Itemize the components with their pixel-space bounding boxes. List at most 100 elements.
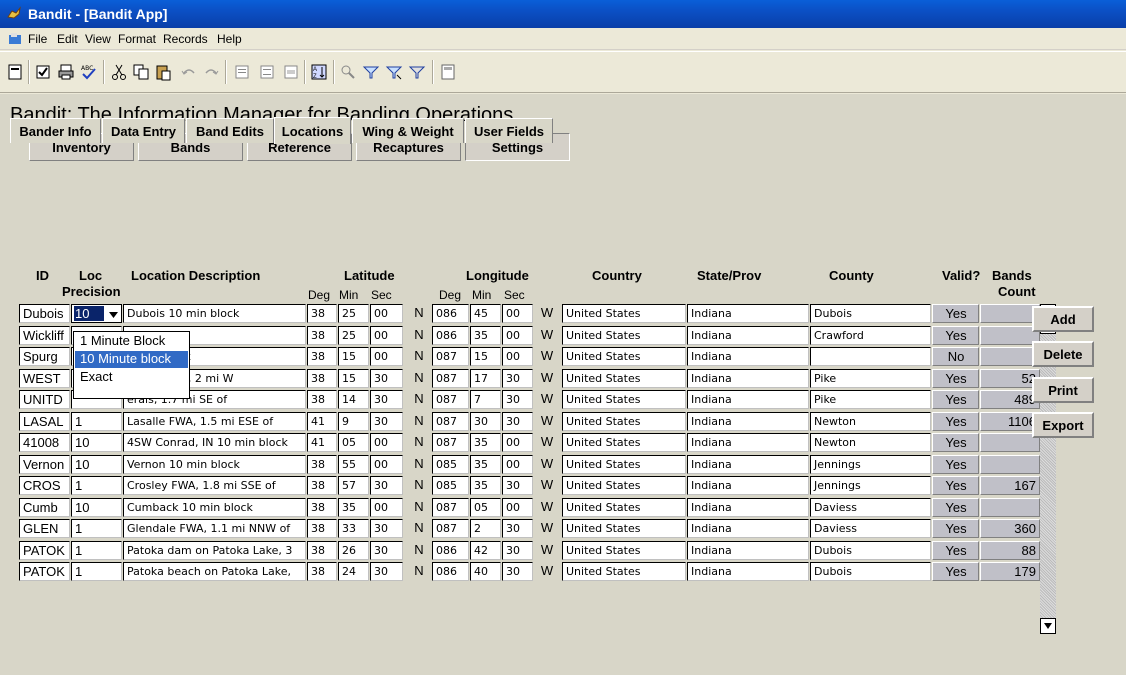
- ns-cell[interactable]: N: [406, 390, 432, 409]
- add-button[interactable]: Add: [1032, 306, 1094, 332]
- ns-cell[interactable]: N: [406, 326, 432, 345]
- lon-min-cell[interactable]: 05: [470, 498, 501, 517]
- lat-min-cell[interactable]: 26: [338, 541, 369, 560]
- county-cell[interactable]: Crawford: [810, 326, 931, 345]
- state-cell[interactable]: Indiana: [687, 390, 809, 409]
- menu-view[interactable]: View: [85, 32, 111, 46]
- lon-deg-cell[interactable]: 086: [432, 304, 469, 323]
- redo-icon[interactable]: [200, 61, 222, 83]
- ns-cell[interactable]: N: [406, 541, 432, 560]
- state-cell[interactable]: Indiana: [687, 347, 809, 366]
- lon-deg-cell[interactable]: 087: [432, 433, 469, 452]
- lon-sec-cell[interactable]: 00: [502, 433, 533, 452]
- precision-cell[interactable]: 1: [71, 476, 122, 495]
- lon-sec-cell[interactable]: 00: [502, 326, 533, 345]
- valid-cell[interactable]: Yes: [932, 433, 979, 452]
- bands-count-cell[interactable]: 489: [980, 390, 1040, 409]
- menu-edit[interactable]: Edit: [57, 32, 78, 46]
- county-cell[interactable]: Daviess: [810, 519, 931, 538]
- lat-deg-cell[interactable]: 38: [307, 541, 337, 560]
- county-cell[interactable]: Dubois: [810, 562, 931, 581]
- lon-sec-cell[interactable]: 30: [502, 519, 533, 538]
- dropdown-option[interactable]: Exact: [75, 369, 188, 386]
- lon-deg-cell[interactable]: 087: [432, 498, 469, 517]
- lon-min-cell[interactable]: 17: [470, 369, 501, 388]
- id-cell[interactable]: PATOK: [19, 541, 70, 560]
- ns-cell[interactable]: N: [406, 347, 432, 366]
- lat-deg-cell[interactable]: 38: [307, 519, 337, 538]
- lon-deg-cell[interactable]: 085: [432, 476, 469, 495]
- lat-deg-cell[interactable]: 38: [307, 498, 337, 517]
- lat-min-cell[interactable]: 35: [338, 498, 369, 517]
- ew-cell[interactable]: W: [534, 433, 560, 452]
- lon-sec-cell[interactable]: 00: [502, 304, 533, 323]
- copy-icon[interactable]: [130, 61, 152, 83]
- precision-cell[interactable]: 1: [71, 412, 122, 431]
- id-cell[interactable]: Cumb: [19, 498, 70, 517]
- county-cell[interactable]: [810, 347, 931, 366]
- lat-sec-cell[interactable]: 00: [370, 498, 403, 517]
- lat-sec-cell[interactable]: 30: [370, 390, 403, 409]
- country-cell[interactable]: United States: [562, 390, 686, 409]
- lat-sec-cell[interactable]: 00: [370, 433, 403, 452]
- state-cell[interactable]: Indiana: [687, 455, 809, 474]
- lat-deg-cell[interactable]: 41: [307, 412, 337, 431]
- menu-help[interactable]: Help: [217, 32, 242, 46]
- save-record-icon[interactable]: [32, 61, 54, 83]
- valid-cell[interactable]: Yes: [932, 369, 979, 388]
- id-cell[interactable]: Dubois: [19, 304, 70, 323]
- country-cell[interactable]: United States: [562, 304, 686, 323]
- bands-count-cell[interactable]: 179: [980, 562, 1040, 581]
- location-description-cell[interactable]: Dubois 10 min block: [123, 304, 306, 323]
- valid-cell[interactable]: Yes: [932, 412, 979, 431]
- remove-filter-icon[interactable]: [406, 61, 428, 83]
- export-button[interactable]: Export: [1032, 412, 1094, 438]
- lon-sec-cell[interactable]: 30: [502, 562, 533, 581]
- ew-cell[interactable]: W: [534, 304, 560, 323]
- bands-count-cell[interactable]: [980, 347, 1040, 366]
- location-description-cell[interactable]: Cumback 10 min block: [123, 498, 306, 517]
- location-description-cell[interactable]: Crosley FWA, 1.8 mi SSE of: [123, 476, 306, 495]
- ew-cell[interactable]: W: [534, 562, 560, 581]
- dropdown-option[interactable]: 1 Minute Block: [75, 333, 188, 350]
- menu-records[interactable]: Records: [163, 32, 208, 46]
- lat-sec-cell[interactable]: 30: [370, 562, 403, 581]
- new-record-icon[interactable]: [231, 61, 253, 83]
- tab-user-fields[interactable]: User Fields: [465, 118, 553, 143]
- lon-sec-cell[interactable]: 30: [502, 412, 533, 431]
- precision-cell[interactable]: 1: [71, 562, 122, 581]
- tab-wing-weight[interactable]: Wing & Weight: [352, 118, 464, 143]
- valid-cell[interactable]: Yes: [932, 326, 979, 345]
- undo-icon[interactable]: [178, 61, 200, 83]
- lat-min-cell[interactable]: 25: [338, 326, 369, 345]
- location-description-cell[interactable]: Patoka dam on Patoka Lake, 3: [123, 541, 306, 560]
- county-cell[interactable]: Pike: [810, 369, 931, 388]
- find-record-icon[interactable]: [280, 61, 302, 83]
- ew-cell[interactable]: W: [534, 390, 560, 409]
- location-description-cell[interactable]: Patoka beach on Patoka Lake,: [123, 562, 306, 581]
- state-cell[interactable]: Indiana: [687, 326, 809, 345]
- state-cell[interactable]: Indiana: [687, 412, 809, 431]
- lat-min-cell[interactable]: 33: [338, 519, 369, 538]
- bands-count-cell[interactable]: 52: [980, 369, 1040, 388]
- lon-min-cell[interactable]: 35: [470, 433, 501, 452]
- county-cell[interactable]: Newton: [810, 433, 931, 452]
- document-app-icon[interactable]: [8, 32, 22, 46]
- state-cell[interactable]: Indiana: [687, 562, 809, 581]
- lon-min-cell[interactable]: 45: [470, 304, 501, 323]
- menu-format[interactable]: Format: [118, 32, 156, 46]
- lat-min-cell[interactable]: 05: [338, 433, 369, 452]
- lat-deg-cell[interactable]: 38: [307, 326, 337, 345]
- lon-deg-cell[interactable]: 087: [432, 347, 469, 366]
- valid-cell[interactable]: Yes: [932, 476, 979, 495]
- lon-deg-cell[interactable]: 085: [432, 455, 469, 474]
- country-cell[interactable]: United States: [562, 369, 686, 388]
- lon-min-cell[interactable]: 30: [470, 412, 501, 431]
- form-view-icon[interactable]: [4, 61, 26, 83]
- delete-record-icon[interactable]: [256, 61, 278, 83]
- id-cell[interactable]: GLEN: [19, 519, 70, 538]
- lon-min-cell[interactable]: 35: [470, 476, 501, 495]
- lon-min-cell[interactable]: 35: [470, 326, 501, 345]
- lat-min-cell[interactable]: 14: [338, 390, 369, 409]
- lon-deg-cell[interactable]: 086: [432, 562, 469, 581]
